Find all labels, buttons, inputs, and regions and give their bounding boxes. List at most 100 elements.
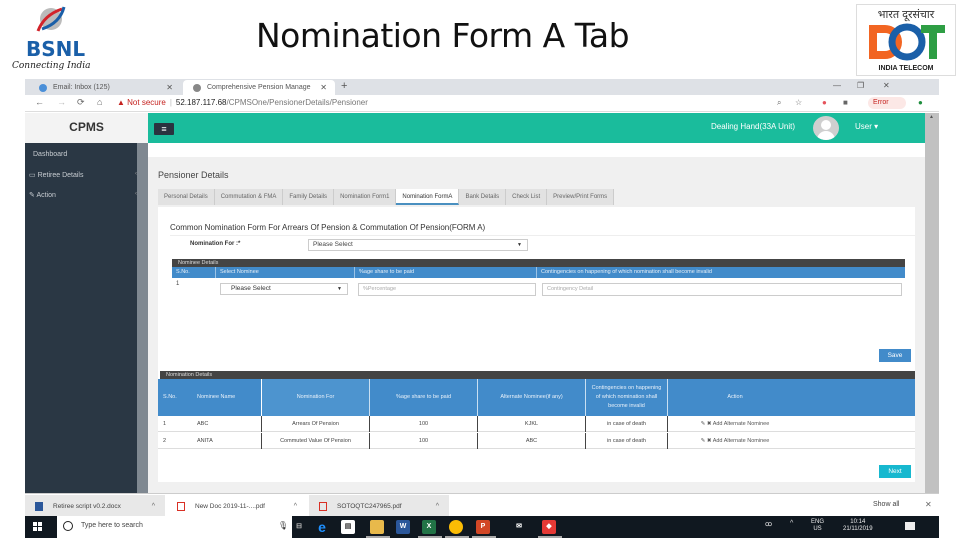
new-tab-button[interactable]: + [341,80,347,92]
download-filename: SOTOQTC247965.pdf [337,502,402,510]
store-icon[interactable]: ▤ [341,520,355,534]
dot-hindi-text: भारत दूरसंचार [877,9,935,21]
sidebar-item-label: Retiree Details [37,172,84,179]
browser-tab-cpms[interactable]: Comprehensive Pension Manage ✕ [183,80,335,95]
pdf-file-icon [177,501,185,511]
excel-icon[interactable]: X [422,520,436,534]
error-label: Error [873,99,889,106]
tab-personal-details[interactable]: Personal Details [158,189,215,205]
taskbar-search-input[interactable]: Type here to search 🎙 [57,516,292,538]
tab-bank-details[interactable]: Bank Details [459,189,507,205]
restore-button[interactable]: ❐ [857,81,864,90]
chrome-icon[interactable] [449,520,463,534]
nomination-table-header: S.No. Nominee Name Nomination For %age s… [158,379,915,416]
add-alternate-nominee-link[interactable]: ✎ ✖ Add Alternate Nominee [667,416,802,432]
system-clock[interactable]: 10:14 21/11/2019 [843,519,873,533]
sidebar-item-retiree-details[interactable]: ▭ Retiree Details ‹ [25,171,137,179]
url-host: 52.187.117.68 [175,98,227,107]
search-placeholder: Type here to search [81,522,143,529]
language-indicator[interactable]: ENG US [811,519,824,533]
people-icon[interactable]: ꝏ [765,520,772,528]
sidebar-item-dashboard[interactable]: Dashboard [25,151,137,158]
app-topbar: ≡ Dealing Hand(33A Unit) User ▾ [148,113,925,143]
extension-icon-2[interactable]: ■ [843,98,848,107]
show-all-downloads-button[interactable]: Show all [873,501,899,508]
tab-nomination-forma[interactable]: Nomination FormA [396,189,460,205]
nomination-for-label: Nomination For :* [190,241,241,247]
tray-chevron-up-icon[interactable]: ^ [790,520,793,527]
user-menu[interactable]: User ▾ [855,122,878,131]
close-downloads-button[interactable]: ✕ [925,500,932,509]
add-alternate-nominee-link[interactable]: ✎ ✖ Add Alternate Nominee [667,433,802,449]
browser-tab-label: Comprehensive Pension Manage [207,84,311,91]
bookmark-star-icon[interactable]: ☆ [795,98,802,107]
download-filename: Retiree script v0.2.docx [53,502,121,510]
forward-button[interactable]: → [57,97,66,107]
address-bar: ← → ⟳ ⌂ ▲ Not secure | 52.187.117.68/CPMSO… [25,95,939,112]
scroll-up-icon[interactable]: ▲ [929,114,934,120]
close-tab-icon[interactable]: ✕ [320,83,327,92]
page-scrollbar[interactable]: ▲ [925,113,939,493]
nomination-details-header: Nomination Details [160,371,915,379]
zoom-icon[interactable]: ⌕ [777,98,781,108]
profile-error-badge[interactable]: Error [868,97,906,109]
notifications-icon[interactable] [905,522,915,530]
download-item[interactable]: SOTOQTC247965.pdf ^ [309,495,449,517]
tab-preview-print[interactable]: Preview/Print Forms [547,189,615,205]
reload-button[interactable]: ⟳ [77,97,85,108]
pensioner-tabs: Personal Details Commutation & FMA Famil… [158,189,615,205]
sidebar-item-action[interactable]: ✎ Action ‹ [25,191,137,199]
col-sno: S.No. [176,269,190,275]
windows-start-icon[interactable] [33,522,43,532]
chevron-up-icon[interactable]: ^ [436,503,439,510]
save-button[interactable]: Save [879,349,911,362]
next-button[interactable]: Next [879,465,911,478]
minimize-button[interactable]: — [833,81,841,90]
tab-check-list[interactable]: Check List [506,189,548,205]
anydesk-icon[interactable]: ◆ [542,520,556,534]
file-explorer-icon[interactable] [370,520,384,534]
nomination-for-select[interactable]: Please Select ▼ [308,239,528,251]
select-value: Please Select [313,241,353,248]
extension-icon-3[interactable]: ● [918,98,923,107]
download-item[interactable]: Retiree script v0.2.docx ^ [25,495,165,517]
mail-icon[interactable]: ✉ [512,520,526,534]
chevron-up-icon[interactable]: ^ [294,503,297,510]
tab-nomination-form1[interactable]: Nomination Form1 [334,189,397,205]
select-nominee-dropdown[interactable]: Please Select ▼ [220,283,348,295]
form-panel: Common Nomination Form For Arrears Of Pe… [158,207,915,482]
sidebar-item-label: Dashboard [33,151,68,158]
word-icon[interactable]: W [396,520,410,534]
chevron-up-icon[interactable]: ^ [152,503,155,510]
close-window-button[interactable]: ✕ [883,81,890,90]
url-field[interactable]: ▲ Not secure | 52.187.117.68/CPMSOne/Pensi… [117,98,368,107]
contingency-detail-input[interactable]: Contingency Detail [542,283,902,296]
tab-commutation-fma[interactable]: Commutation & FMA [214,189,284,205]
share-percentage-input[interactable]: %Percentage [358,283,536,296]
bsnl-logo: BSNL Connecting India [12,3,92,75]
user-avatar[interactable] [813,116,839,140]
download-item[interactable]: New Doc 2019-11-....pdf ^ [167,495,307,517]
home-button[interactable]: ⌂ [97,97,102,107]
edge-icon[interactable]: e [315,520,329,534]
microphone-icon[interactable]: 🎙 [278,521,288,530]
cell-contingency: in case of death [585,416,667,432]
app-brand: CPMS [25,113,148,143]
menu-toggle-button[interactable]: ≡ [154,123,174,135]
slide-header: BSNL Connecting India Nomination Form A … [0,0,960,78]
task-view-icon[interactable]: ⊟ [292,520,306,534]
extension-icon[interactable]: ● [822,98,827,107]
mail-favicon-icon [39,83,47,92]
back-button[interactable]: ← [35,97,44,107]
cell-sno: 2 [163,438,167,444]
pdf-file-icon [319,501,327,511]
bsnl-wordmark: BSNL [26,37,86,61]
close-tab-icon[interactable]: ✕ [166,83,173,92]
cortana-icon [63,521,73,531]
browser-tab-email[interactable]: Email: Inbox (125) ✕ [29,80,181,95]
col-nominee-name: Nominee Name [197,394,236,400]
powerpoint-icon[interactable]: P [476,520,490,534]
form-title: Common Nomination Form For Arrears Of Pe… [170,223,486,232]
sidebar-scrollbar[interactable] [137,143,148,493]
tab-family-details[interactable]: Family Details [283,189,335,205]
